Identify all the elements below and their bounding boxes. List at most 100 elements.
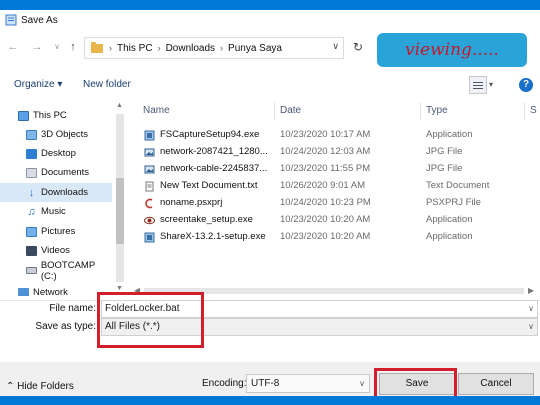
file-type: JPG File: [426, 163, 463, 174]
drive-icon: [26, 267, 37, 274]
nav-item-label: Music: [41, 206, 66, 217]
eye-app-icon: [144, 216, 155, 225]
file-row[interactable]: network-cable-2245837... 10/23/2020 11:5…: [126, 161, 530, 178]
scroll-down-arrow-icon[interactable]: ▼: [116, 285, 123, 292]
breadcrumb-punya-saya[interactable]: Punya Saya: [228, 43, 282, 54]
nav-item-label: Desktop: [41, 148, 76, 159]
up-arrow-icon[interactable]: ↑: [66, 40, 80, 54]
file-name-dropdown-icon[interactable]: ∨: [528, 301, 534, 317]
file-date: 10/24/2020 10:23 PM: [280, 197, 371, 208]
help-icon[interactable]: ?: [519, 78, 533, 92]
scroll-thumb[interactable]: [116, 178, 124, 244]
file-row[interactable]: screentake_setup.exe 10/23/2020 10:20 AM…: [126, 212, 530, 229]
text-file-icon: [145, 181, 154, 192]
nav-item-network[interactable]: Network: [0, 285, 112, 296]
file-type: Application: [426, 129, 473, 140]
nav-item-label: Videos: [41, 245, 70, 256]
nav-item-downloads[interactable]: ↓ Downloads: [0, 183, 112, 202]
window-title: Save As: [21, 14, 58, 26]
project-file-icon: [145, 198, 153, 209]
navigation-scrollbar[interactable]: ▲ ▼: [114, 100, 126, 296]
refresh-icon[interactable]: ↻: [348, 37, 368, 57]
file-name: New Text Document.txt: [160, 180, 258, 191]
breadcrumb-downloads[interactable]: Downloads: [166, 43, 215, 54]
nav-item-music[interactable]: ♫ Music: [0, 202, 112, 221]
file-date: 10/23/2020 11:55 PM: [280, 163, 371, 174]
view-options-dropdown-icon[interactable]: ▾: [489, 80, 493, 89]
new-folder-button[interactable]: New folder: [83, 79, 131, 90]
file-row[interactable]: network-2087421_1280... 10/24/2020 12:03…: [126, 144, 530, 161]
folder-icon: [91, 41, 103, 53]
nav-item-pictures[interactable]: Pictures: [0, 222, 112, 241]
encoding-value: UTF-8: [251, 378, 280, 389]
back-arrow-icon[interactable]: ←: [6, 40, 20, 54]
file-date: 10/23/2020 10:17 AM: [280, 129, 371, 140]
music-note-icon: ♫: [27, 205, 36, 218]
view-options-icon[interactable]: [469, 76, 487, 94]
file-date: 10/26/2020 9:01 AM: [280, 180, 366, 191]
file-type: Application: [426, 214, 473, 225]
save-as-type-dropdown-icon[interactable]: ∨: [528, 319, 534, 335]
encoding-label: Encoding:: [202, 378, 247, 389]
desktop-background: [0, 396, 540, 405]
file-date: 10/24/2020 12:03 AM: [280, 146, 371, 157]
address-dropdown-icon[interactable]: ∨: [332, 41, 339, 52]
forward-arrow-icon[interactable]: →: [30, 40, 44, 54]
breadcrumb-this-pc[interactable]: This PC: [117, 43, 153, 54]
file-type: PSXPRJ File: [426, 197, 481, 208]
film-icon: [26, 245, 37, 256]
title-bar: Save As: [0, 10, 540, 30]
nav-item-3d-objects[interactable]: 3D Objects: [0, 125, 112, 144]
viewing-overlay-text: viewing.....: [405, 40, 499, 60]
breadcrumb-separator-icon: ›: [157, 43, 161, 53]
file-name: noname.psxprj: [160, 197, 223, 208]
recent-locations-chevron-icon[interactable]: ∨: [50, 40, 64, 54]
file-name: ShareX-13.2.1-setup.exe: [160, 231, 266, 242]
column-divider[interactable]: [524, 102, 525, 120]
address-bar[interactable]: › This PC › Downloads › Punya Saya ∨: [84, 37, 344, 59]
file-row[interactable]: New Text Document.txt 10/26/2020 9:01 AM…: [126, 178, 530, 195]
desktop-icon: [26, 148, 37, 159]
column-divider[interactable]: [274, 102, 275, 120]
file-type: Application: [426, 231, 473, 242]
file-row[interactable]: ShareX-13.2.1-setup.exe 10/23/2020 10:20…: [126, 229, 530, 246]
nav-item-label: Network: [33, 287, 68, 296]
column-header-date[interactable]: Date: [280, 105, 301, 116]
organize-button[interactable]: Organize ▾: [14, 79, 62, 90]
column-divider[interactable]: [420, 102, 421, 120]
column-header-name[interactable]: Name: [143, 105, 170, 116]
file-list: Name Date Type S FSCaptureSetup94.exe 10…: [126, 100, 540, 296]
pictures-icon: [26, 226, 37, 237]
nav-item-documents[interactable]: Documents: [0, 163, 112, 182]
scroll-right-arrow-icon[interactable]: ▶: [528, 286, 534, 295]
column-header-size[interactable]: S: [530, 105, 537, 116]
cancel-button[interactable]: Cancel: [458, 373, 534, 395]
file-name: screentake_setup.exe: [160, 214, 253, 225]
file-row[interactable]: noname.psxprj 10/24/2020 10:23 PM PSXPRJ…: [126, 195, 530, 212]
file-type: Text Document: [426, 180, 490, 191]
cube-icon: [26, 129, 37, 140]
encoding-dropdown-icon[interactable]: ∨: [359, 375, 365, 392]
file-row[interactable]: FSCaptureSetup94.exe 10/23/2020 10:17 AM…: [126, 127, 530, 144]
documents-icon: [26, 167, 37, 178]
file-date: 10/23/2020 10:20 AM: [280, 214, 371, 225]
image-file-icon: [144, 148, 155, 157]
encoding-select[interactable]: UTF-8 ∨: [246, 374, 370, 393]
nav-item-videos[interactable]: Videos: [0, 241, 112, 260]
notepad-app-icon: [5, 14, 17, 26]
scroll-up-arrow-icon[interactable]: ▲: [116, 102, 123, 109]
chevron-up-icon: ⌃: [6, 381, 15, 392]
breadcrumb-separator-icon: ›: [220, 43, 224, 53]
file-name: network-cable-2245837...: [160, 163, 268, 174]
network-icon: [18, 288, 29, 296]
computer-icon: [18, 110, 29, 121]
save-as-dialog: Save As ← → ∨ ↑ › This PC › Downloads › …: [0, 10, 540, 405]
nav-item-desktop[interactable]: Desktop: [0, 144, 112, 163]
nav-item-this-pc[interactable]: This PC: [0, 106, 112, 125]
column-header-type[interactable]: Type: [426, 105, 448, 116]
hide-folders-button[interactable]: ⌃ Hide Folders: [6, 381, 74, 392]
file-name: FSCaptureSetup94.exe: [160, 129, 260, 140]
nav-item-label: BOOTCAMP (C:): [40, 259, 96, 282]
nav-item-bootcamp-drive[interactable]: BOOTCAMP (C:): [0, 259, 112, 282]
hide-folders-label: Hide Folders: [17, 381, 74, 392]
